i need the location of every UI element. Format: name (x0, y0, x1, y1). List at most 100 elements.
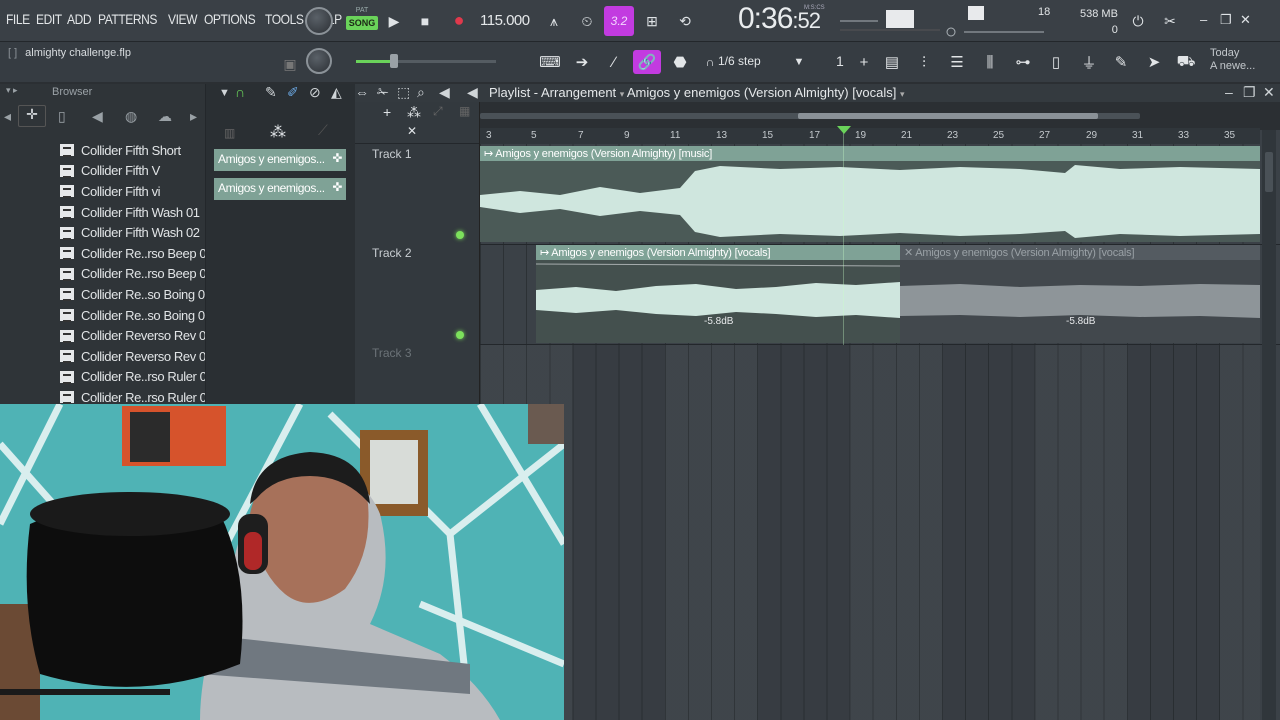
vertical-scroll-thumb[interactable] (1265, 152, 1273, 192)
main-pitch-knob[interactable] (306, 48, 332, 74)
lock-icon[interactable]: ▣ (276, 50, 304, 78)
news-panel[interactable]: Today A newe... (1210, 47, 1255, 73)
playlist-pattern-name[interactable]: Amigos y enemigos (Version Almighty) [vo… (627, 85, 897, 100)
browser-prev-icon[interactable]: ◂ (4, 108, 11, 125)
browser-cloud-icon[interactable]: ☁ (158, 108, 172, 125)
picker-audio-icon[interactable]: ⁂ (270, 122, 286, 142)
playlist-menu-arrow-icon[interactable]: ▼ (219, 87, 230, 99)
record-button[interactable]: ● (445, 6, 473, 34)
browser-item[interactable]: Collider Reverso Rev 02 (60, 346, 213, 367)
picker-play-icon[interactable]: ✜ (332, 151, 342, 165)
browser-item[interactable]: Collider Fifth V (60, 161, 213, 182)
master-pitch-slider[interactable] (944, 27, 1044, 37)
typing-keyboard-icon[interactable]: ⌨ (536, 50, 564, 74)
zoom-tool-icon[interactable]: ⌕ (417, 84, 425, 101)
channel-rack-icon[interactable]: ☰ (943, 50, 971, 74)
picker-clip[interactable]: Amigos y enemigos... ✜ (214, 149, 346, 171)
pat-song-toggle[interactable]: PAT SONG (346, 7, 378, 35)
link-icon[interactable]: 🔗 (633, 50, 661, 74)
browser-item[interactable]: Collider Re..so Boing 01 (60, 284, 213, 305)
piano-roll-icon[interactable]: ⫶ (910, 50, 938, 74)
scrollbar-thumb[interactable] (798, 113, 1098, 119)
vertical-scrollbar[interactable] (1262, 130, 1276, 720)
playhead-marker[interactable] (837, 126, 851, 134)
time-format-label[interactable]: M:S:CS (804, 5, 825, 11)
playlist-minimize-icon[interactable]: – (1225, 84, 1233, 100)
playback-tool-icon[interactable]: ◀ (439, 84, 450, 101)
stamp-icon[interactable]: ⬣ (666, 50, 694, 74)
browser-item[interactable]: Collider Re..rso Ruler 01 (60, 367, 214, 388)
paint-tool-icon[interactable]: ✐ (287, 84, 299, 101)
slip-tool-icon[interactable]: ⇔ (355, 84, 369, 100)
draw-tool-icon[interactable]: ✎ (265, 84, 277, 101)
browser-icon[interactable]: ▯ (1042, 50, 1070, 74)
delete-tool-icon[interactable]: ⊘ (309, 84, 321, 101)
clip-volume-label[interactable]: -5.8dB (704, 316, 733, 327)
browser-item[interactable]: Collider Fifth Short (60, 140, 213, 161)
arrow-out-icon[interactable]: ➤ (1140, 50, 1168, 74)
mute-tool-icon[interactable]: ◭ (331, 84, 342, 101)
minimize-icon[interactable]: – (1200, 12, 1207, 27)
browser-item[interactable]: Collider Fifth Wash 01 (60, 202, 213, 223)
volume-slider-track[interactable] (396, 60, 496, 63)
piano-roll-small-icon[interactable]: ▦ (459, 104, 470, 118)
browser-folder-icon[interactable]: ▯ (58, 108, 66, 125)
tuner-icon[interactable]: ✎ (1107, 50, 1135, 74)
play-button[interactable]: ▶ (380, 7, 408, 35)
browser-item[interactable]: Collider Fifth Wash 02 (60, 222, 213, 243)
menu-add[interactable]: ADD (67, 11, 92, 27)
close-icon[interactable]: ✕ (1240, 12, 1251, 28)
track-1-enable[interactable] (456, 231, 464, 239)
stretch-icon[interactable]: ⤢ (433, 104, 443, 119)
mixer-icon[interactable]: ⫼ (976, 50, 1004, 74)
loop-record-icon[interactable]: ⟲ (671, 7, 699, 35)
track-3-label[interactable]: Track 3 (372, 346, 412, 360)
picker-play-icon[interactable]: ✜ (332, 180, 342, 194)
picker-automation-icon[interactable]: ⟋ (318, 122, 328, 139)
snap-dropdown-icon[interactable]: ▼ (785, 50, 813, 74)
plug-icon[interactable]: ⏚ (1075, 50, 1103, 74)
playlist-arrow-icon[interactable]: ◀ (467, 84, 478, 101)
wait-input-icon[interactable]: ⏲ (573, 7, 601, 35)
waveform-view-icon[interactable]: ⁂ (407, 104, 421, 121)
add-track-icon[interactable]: + (383, 104, 391, 120)
browser-item[interactable]: Collider Re..so Boing 02 (60, 305, 213, 326)
snap-selector[interactable]: 1/6 step (718, 54, 761, 68)
pen-tool-icon[interactable]: ∕ (600, 50, 628, 74)
track-2-label[interactable]: Track 2 (372, 246, 412, 260)
playlist-maximize-icon[interactable]: ❐ (1243, 84, 1256, 101)
track-2-enable[interactable] (456, 331, 464, 339)
menu-edit[interactable]: EDIT (36, 11, 62, 27)
menu-file[interactable]: FILE (6, 11, 30, 27)
magnet-icon[interactable]: ∩ (235, 84, 245, 100)
tempo-display[interactable]: 115.000 (480, 12, 530, 29)
track-1-label[interactable]: Track 1 (372, 147, 412, 161)
cross-icon[interactable]: ✕ (407, 124, 417, 138)
tools-cross-icon[interactable]: ✂ (1156, 7, 1184, 35)
browser-item[interactable]: Collider Re..rso Beep 01 (60, 243, 213, 264)
cart-icon[interactable]: ⛟ (1172, 50, 1200, 74)
audio-clip-music[interactable]: ↦ Amigos y enemigos (Version Almighty) [… (480, 146, 1260, 242)
step-edit-icon[interactable]: ⊞ (638, 7, 666, 35)
master-volume-knob[interactable] (305, 7, 333, 35)
menu-tools[interactable]: TOOLS (265, 11, 304, 27)
picker-clip[interactable]: Amigos y enemigos... ✜ (214, 178, 346, 200)
pattern-number[interactable]: 1 (836, 53, 844, 69)
browser-item[interactable]: Collider Re..rso Beep 02 (60, 264, 213, 285)
plugin-picker-icon[interactable]: ⊶ (1009, 50, 1037, 74)
select-tool-icon[interactable]: ⬚ (397, 84, 410, 101)
stop-button[interactable]: ■ (411, 7, 439, 35)
countdown-button[interactable]: 3.2 (604, 6, 634, 36)
metronome-icon[interactable]: ⩚ (540, 7, 568, 35)
playlist-view-icon[interactable]: ▤ (878, 50, 906, 74)
browser-globe-icon[interactable]: ◍ (125, 108, 137, 125)
audio-clip-vocals-ghost[interactable]: ✕ Amigos y enemigos (Version Almighty) [… (900, 245, 1260, 343)
audio-clip-vocals[interactable]: ↦ Amigos y enemigos (Version Almighty) [… (536, 245, 900, 343)
slice-tool-icon[interactable]: ✁ (377, 84, 389, 101)
menu-view[interactable]: VIEW (168, 11, 197, 27)
browser-next-icon[interactable]: ▸ (190, 108, 197, 125)
clip-volume-label[interactable]: -5.8dB (1066, 316, 1095, 327)
menu-patterns[interactable]: PATTERNS (98, 11, 157, 27)
picker-grid-icon[interactable]: ▥ (224, 126, 235, 140)
browser-snap-icon[interactable]: ✛ (18, 105, 46, 127)
